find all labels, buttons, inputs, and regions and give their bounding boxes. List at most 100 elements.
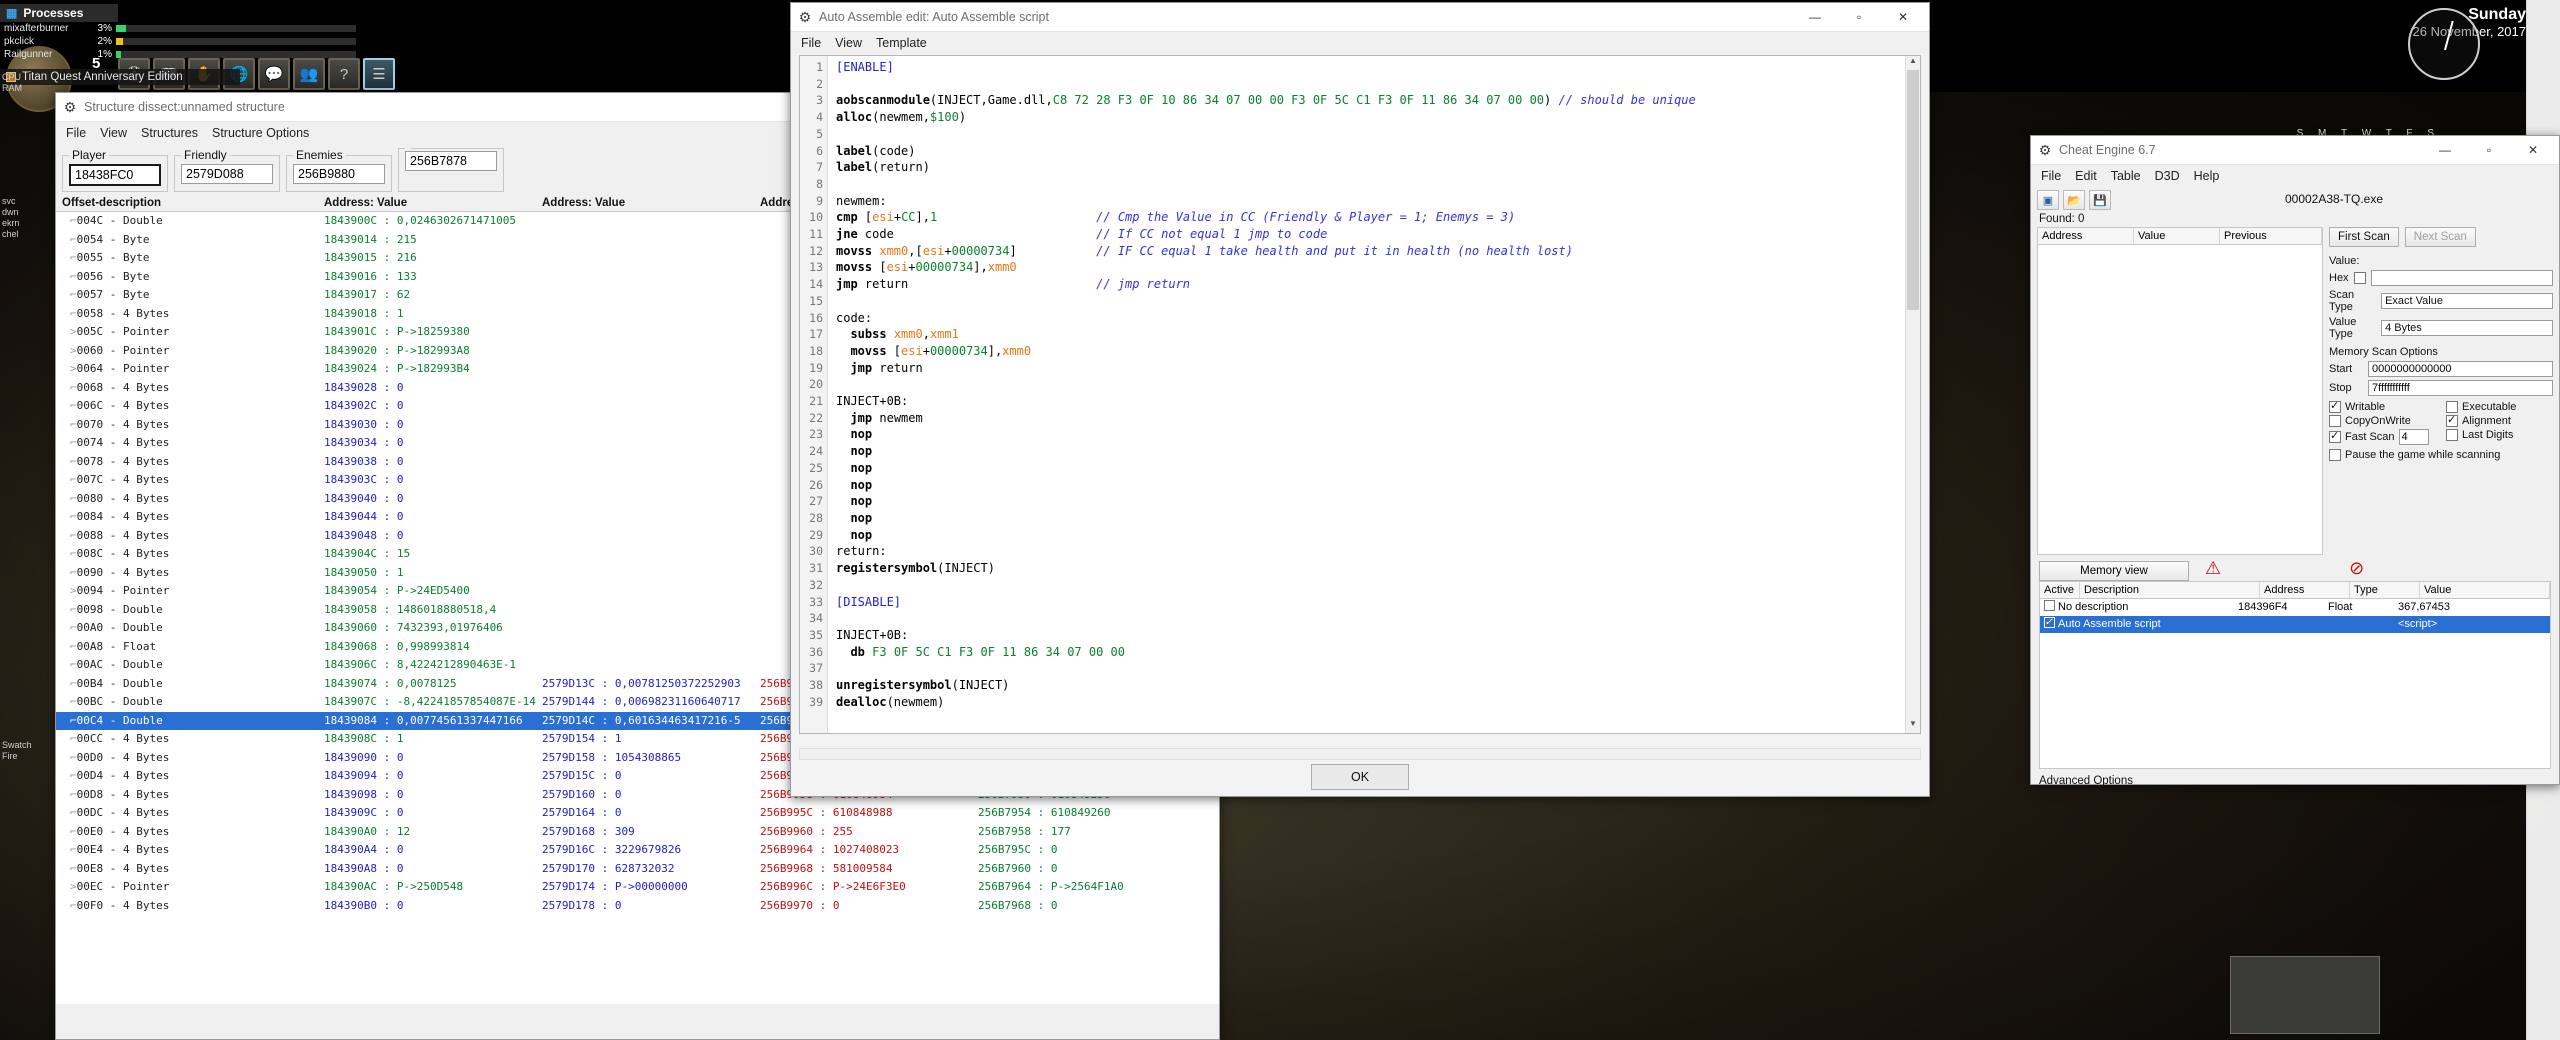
taskbar-item-titan-quest[interactable]: Titan Quest Anniversary Edition xyxy=(0,69,240,85)
window-thumbnail[interactable] xyxy=(2230,956,2380,1034)
scrollbar-thumb[interactable] xyxy=(1907,70,1919,310)
code-line[interactable]: label(code) xyxy=(836,143,1920,160)
active-checkbox[interactable] xyxy=(2040,616,2058,633)
code-line[interactable] xyxy=(836,660,1920,677)
maximize-button[interactable]: ▫ xyxy=(2467,136,2511,164)
code-line[interactable] xyxy=(836,610,1920,627)
code-line[interactable] xyxy=(836,293,1920,310)
code-line[interactable] xyxy=(836,176,1920,193)
code-line[interactable]: db F3 0F 5C C1 F3 0F 11 86 34 07 00 00 xyxy=(836,644,1920,661)
player-address-input[interactable] xyxy=(69,164,161,186)
code-line[interactable]: code: xyxy=(836,310,1920,327)
table-row[interactable]: ⌐00DC - 4 Bytes1843909C : 02579D164 : 02… xyxy=(56,804,1219,823)
code-line[interactable]: INJECT+0B: xyxy=(836,627,1920,644)
advanced-options-button[interactable]: Advanced Options xyxy=(2039,775,2551,787)
auto-assemble-window[interactable]: ⚙ Auto Assemble edit: Auto Assemble scri… xyxy=(790,2,1930,797)
close-button[interactable]: ✕ xyxy=(2511,136,2555,164)
code-line[interactable]: aobscanmodule(INJECT,Game.dll,C8 72 28 F… xyxy=(836,92,1920,109)
menu-view[interactable]: View xyxy=(835,36,862,50)
code-line[interactable]: nop xyxy=(836,443,1920,460)
menu-view[interactable]: View xyxy=(100,126,127,140)
code-line[interactable]: movss [esi+00000734],xmm0 xyxy=(836,259,1920,276)
fast-scan-checkbox[interactable]: Fast Scan xyxy=(2329,429,2436,445)
code-line[interactable]: nop xyxy=(836,477,1920,494)
memory-view-button[interactable]: Memory view xyxy=(2039,561,2189,581)
scan-type-select[interactable]: Exact Value xyxy=(2381,293,2553,309)
minimize-button[interactable]: — xyxy=(1793,3,1837,31)
code-line[interactable]: nop xyxy=(836,426,1920,443)
menu-help[interactable]: Help xyxy=(2194,169,2220,183)
scroll-up-arrow[interactable]: ▲ xyxy=(1906,56,1920,70)
stop-address-input[interactable] xyxy=(2368,380,2553,396)
cheat-engine-window[interactable]: ⚙ Cheat Engine 6.7 — ▫ ✕ File Edit Table… xyxy=(2030,135,2560,785)
code-line[interactable]: unregistersymbol(INJECT) xyxy=(836,677,1920,694)
menu-structure-options[interactable]: Structure Options xyxy=(212,126,309,140)
table-row[interactable]: ⌐00E0 - 4 Bytes184390A0 : 122579D168 : 3… xyxy=(56,823,1219,842)
table-row[interactable]: ⌐00E4 - 4 Bytes184390A4 : 02579D16C : 32… xyxy=(56,841,1219,860)
code-line[interactable]: nop xyxy=(836,510,1920,527)
fourth-address-input[interactable] xyxy=(405,151,497,171)
auto-assemble-titlebar[interactable]: ⚙ Auto Assemble edit: Auto Assemble scri… xyxy=(791,3,1929,32)
quest-log-icon[interactable]: ☰ xyxy=(363,58,395,90)
editor-scrollbar[interactable]: ▲ ▼ xyxy=(1905,56,1920,733)
scan-button-row[interactable]: First Scan Next Scan xyxy=(2329,227,2553,247)
menu-file[interactable]: File xyxy=(801,36,821,50)
value-type-select[interactable]: 4 Bytes xyxy=(2381,320,2553,336)
code-line[interactable]: subss xmm0,xmm1 xyxy=(836,326,1920,343)
code-line[interactable]: movss xmm0,[esi+00000734] // IF CC equal… xyxy=(836,243,1920,260)
menu-file[interactable]: File xyxy=(66,126,86,140)
code-line[interactable]: registersymbol(INJECT) xyxy=(836,560,1920,577)
menu-file[interactable]: File xyxy=(2041,169,2061,183)
code-line[interactable] xyxy=(836,577,1920,594)
menu-edit[interactable]: Edit xyxy=(2075,169,2097,183)
code-line[interactable]: return: xyxy=(836,543,1920,560)
minimize-button[interactable]: — xyxy=(2423,136,2467,164)
table-row[interactable]: ⌐00E8 - 4 Bytes184390A8 : 02579D170 : 62… xyxy=(56,860,1219,879)
cheat-table-row[interactable]: Auto Assemble script<script> xyxy=(2040,616,2550,633)
code-line[interactable]: label(return) xyxy=(836,159,1920,176)
menu-structures[interactable]: Structures xyxy=(141,126,198,140)
cheat-table-body[interactable]: No description184396F4Float367,67453Auto… xyxy=(2039,599,2551,769)
enemies-address-input[interactable] xyxy=(293,164,385,184)
code-line[interactable] xyxy=(836,76,1920,93)
menu-table[interactable]: Table xyxy=(2111,169,2141,183)
table-row[interactable]: >00EC - Pointer184390AC : P->250D5482579… xyxy=(56,878,1219,897)
cheat-table-row[interactable]: No description184396F4Float367,67453 xyxy=(2040,599,2550,616)
first-scan-button[interactable]: First Scan xyxy=(2329,227,2399,247)
save-icon[interactable]: 💾 xyxy=(2089,190,2111,210)
next-scan-button[interactable]: Next Scan xyxy=(2405,227,2476,247)
start-address-input[interactable] xyxy=(2368,361,2553,377)
copyonwrite-checkbox[interactable]: CopyOnWrite xyxy=(2329,415,2436,427)
ok-button[interactable]: OK xyxy=(1311,764,1409,790)
code-line[interactable]: nop xyxy=(836,527,1920,544)
menu-d3d[interactable]: D3D xyxy=(2155,169,2180,183)
horizontal-scrollbar[interactable] xyxy=(799,748,1921,760)
cheat-engine-menubar[interactable]: File Edit Table D3D Help xyxy=(2031,165,2559,187)
code-line[interactable]: alloc(newmem,$100) xyxy=(836,109,1920,126)
code-line[interactable]: jmp return // jmp return xyxy=(836,276,1920,293)
scan-results-panel[interactable]: Address Value Previous xyxy=(2037,227,2323,555)
code-line[interactable]: jmp newmem xyxy=(836,410,1920,427)
scan-value-input[interactable] xyxy=(2371,270,2553,286)
code-line[interactable]: nop xyxy=(836,460,1920,477)
last-digits-checkbox[interactable]: Last Digits xyxy=(2446,429,2553,441)
pause-game-checkbox[interactable]: Pause the game while scanning xyxy=(2329,449,2553,461)
auto-assemble-menubar[interactable]: File View Template xyxy=(791,32,1929,54)
code-line[interactable] xyxy=(836,376,1920,393)
alignment-checkbox[interactable]: Alignment xyxy=(2446,415,2553,427)
executable-checkbox[interactable]: Executable xyxy=(2446,401,2553,413)
script-code[interactable]: [ENABLE] aobscanmodule(INJECT,Game.dll,C… xyxy=(828,56,1920,733)
table-row[interactable]: ⌐00F0 - 4 Bytes184390B0 : 02579D178 : 02… xyxy=(56,897,1219,916)
code-line[interactable] xyxy=(836,126,1920,143)
scan-results-list[interactable] xyxy=(2037,245,2323,555)
writable-checkbox[interactable]: Writable xyxy=(2329,401,2436,413)
hex-checkbox[interactable] xyxy=(2354,272,2366,284)
code-line[interactable]: cmp [esi+CC],1 // Cmp the Value in CC (F… xyxy=(836,209,1920,226)
cheat-engine-titlebar[interactable]: ⚙ Cheat Engine 6.7 — ▫ ✕ xyxy=(2031,136,2559,165)
cheat-engine-toolbar[interactable]: ▣ 📂 💾 00002A38-TQ.exe xyxy=(2031,187,2559,213)
code-line[interactable]: newmem: xyxy=(836,193,1920,210)
code-line[interactable]: [DISABLE] xyxy=(836,594,1920,611)
maximize-button[interactable]: ▫ xyxy=(1837,3,1881,31)
alignment-input[interactable] xyxy=(2399,429,2429,445)
scan-options-panel[interactable]: First Scan Next Scan Value: Hex Scan Typ… xyxy=(2329,227,2553,555)
